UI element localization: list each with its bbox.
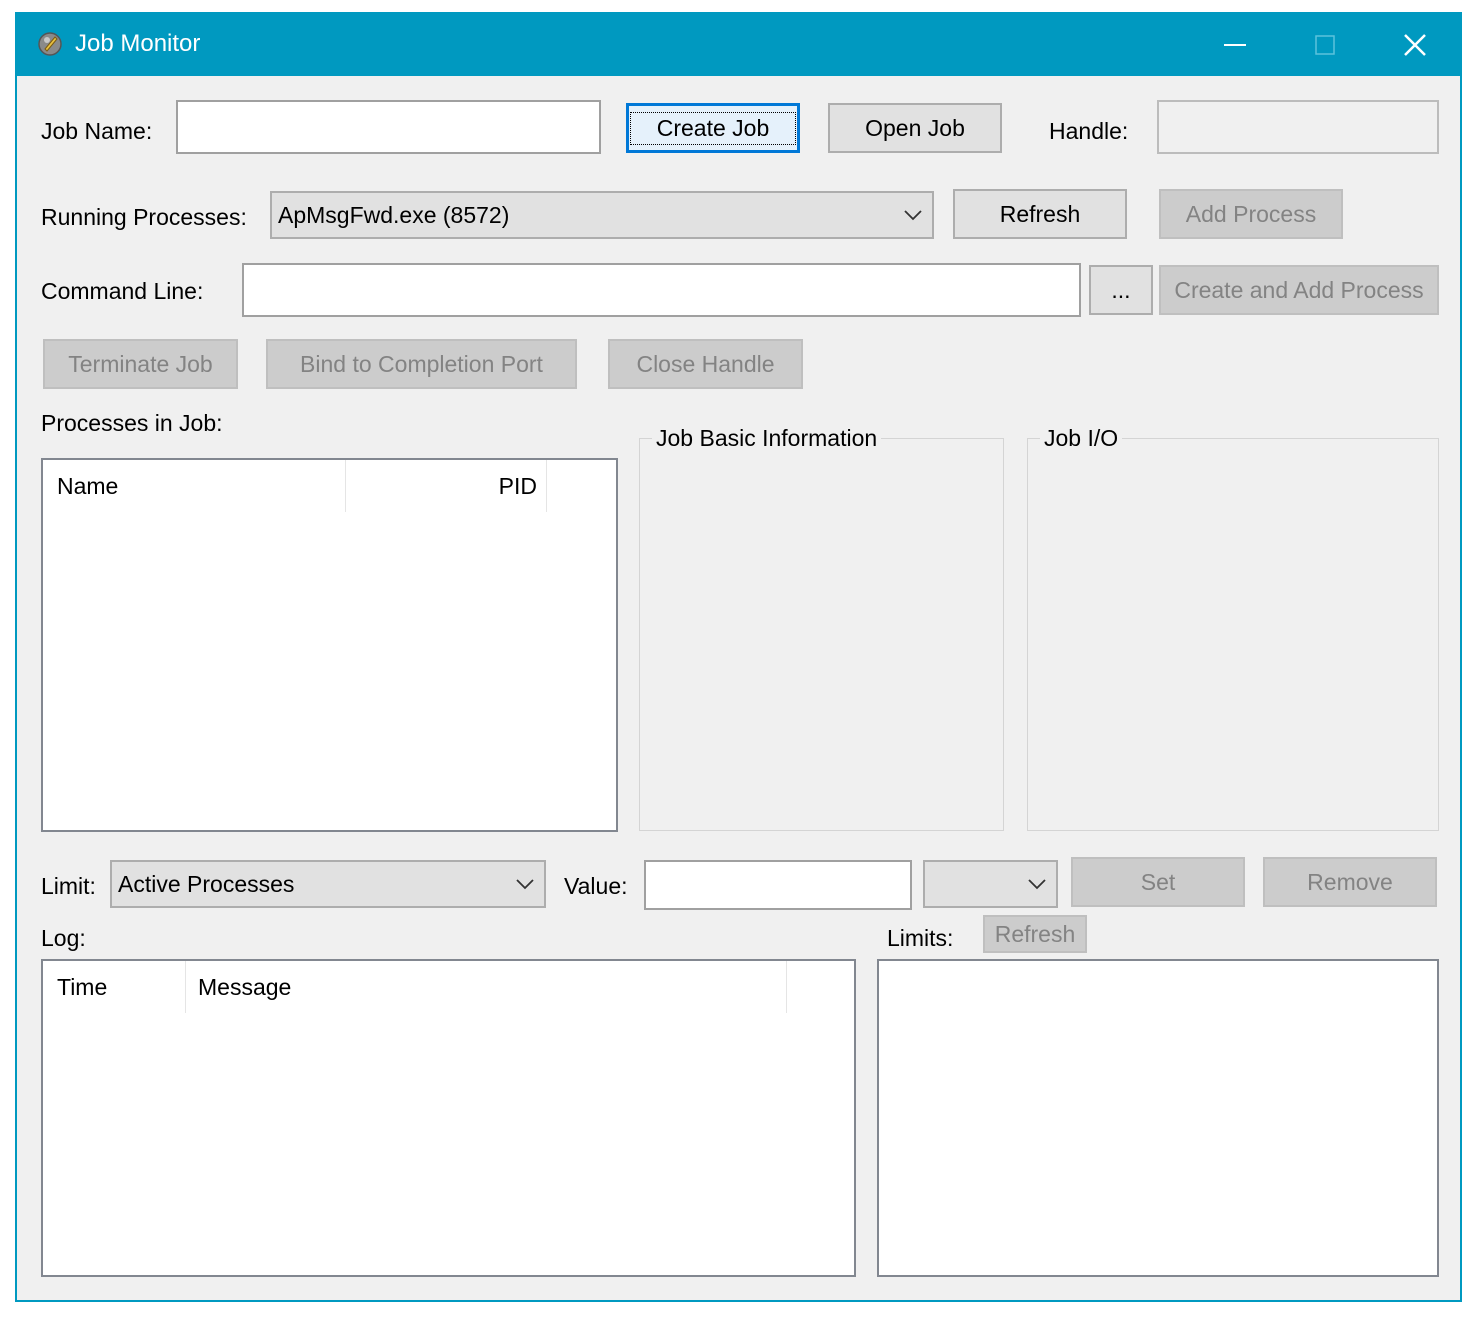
processes-in-job-list[interactable]: Name PID: [41, 458, 618, 832]
browse-button[interactable]: ...: [1089, 265, 1153, 315]
log-list[interactable]: Time Message: [41, 959, 856, 1277]
minimize-icon: [1224, 44, 1246, 46]
minimize-button[interactable]: [1190, 14, 1280, 76]
job-basic-information-group: Job Basic Information: [639, 425, 1004, 831]
maximize-icon: [1315, 35, 1335, 55]
running-processes-selected: ApMsgFwd.exe (8572): [278, 201, 510, 228]
column-divider[interactable]: [786, 961, 787, 1013]
create-job-button[interactable]: Create Job: [626, 103, 800, 153]
app-icon: [38, 32, 62, 56]
chevron-down-icon: [904, 210, 922, 221]
handle-field: [1157, 100, 1439, 154]
column-header-message[interactable]: Message: [198, 961, 778, 1013]
command-line-input[interactable]: [242, 263, 1081, 317]
limit-unit-dropdown[interactable]: [923, 860, 1058, 908]
limit-value-input[interactable]: [644, 860, 912, 910]
title-bar[interactable]: Job Monitor: [17, 14, 1460, 76]
running-processes-dropdown[interactable]: ApMsgFwd.exe (8572): [270, 191, 934, 239]
maximize-button[interactable]: [1280, 14, 1370, 76]
column-header-pid[interactable]: PID: [347, 460, 537, 512]
set-limit-button[interactable]: Set: [1071, 857, 1245, 907]
column-divider[interactable]: [345, 460, 346, 512]
command-line-label: Command Line:: [41, 278, 204, 304]
column-header-name[interactable]: Name: [57, 460, 337, 512]
limit-label: Limit:: [41, 873, 96, 899]
window-title: Job Monitor: [75, 30, 201, 57]
create-job-label: Create Job: [629, 111, 797, 145]
chevron-down-icon: [1028, 879, 1046, 890]
column-header-time[interactable]: Time: [57, 961, 177, 1013]
refresh-limits-button[interactable]: Refresh: [983, 915, 1087, 953]
job-name-label: Job Name:: [41, 118, 153, 144]
job-basic-information-label: Job Basic Information: [652, 425, 882, 452]
add-process-button[interactable]: Add Process: [1159, 189, 1343, 239]
limit-dropdown[interactable]: Active Processes: [110, 860, 546, 908]
limit-selected: Active Processes: [118, 870, 295, 897]
remove-limit-button[interactable]: Remove: [1263, 857, 1437, 907]
job-name-input[interactable]: [176, 100, 601, 154]
close-window-button[interactable]: [1370, 14, 1460, 76]
running-processes-label: Running Processes:: [41, 204, 247, 230]
open-job-button[interactable]: Open Job: [828, 103, 1002, 153]
handle-label: Handle:: [1049, 118, 1129, 144]
close-handle-button[interactable]: Close Handle: [608, 339, 803, 389]
job-io-label: Job I/O: [1040, 425, 1123, 452]
refresh-processes-button[interactable]: Refresh: [953, 189, 1127, 239]
create-and-add-process-button[interactable]: Create and Add Process: [1159, 265, 1439, 315]
value-label: Value:: [564, 873, 628, 899]
limits-label: Limits:: [887, 925, 954, 951]
job-monitor-window: Job Monitor Job Name: Create Job Open Jo…: [15, 12, 1462, 1302]
chevron-down-icon: [516, 879, 534, 890]
job-io-group: Job I/O: [1027, 425, 1439, 831]
bind-completion-port-button[interactable]: Bind to Completion Port: [266, 339, 577, 389]
column-divider[interactable]: [546, 460, 547, 512]
terminate-job-button[interactable]: Terminate Job: [43, 339, 238, 389]
column-divider[interactable]: [185, 961, 186, 1013]
limits-list[interactable]: [877, 959, 1439, 1277]
log-label: Log:: [41, 925, 86, 951]
close-icon: [1404, 34, 1426, 56]
processes-in-job-label: Processes in Job:: [41, 410, 223, 436]
